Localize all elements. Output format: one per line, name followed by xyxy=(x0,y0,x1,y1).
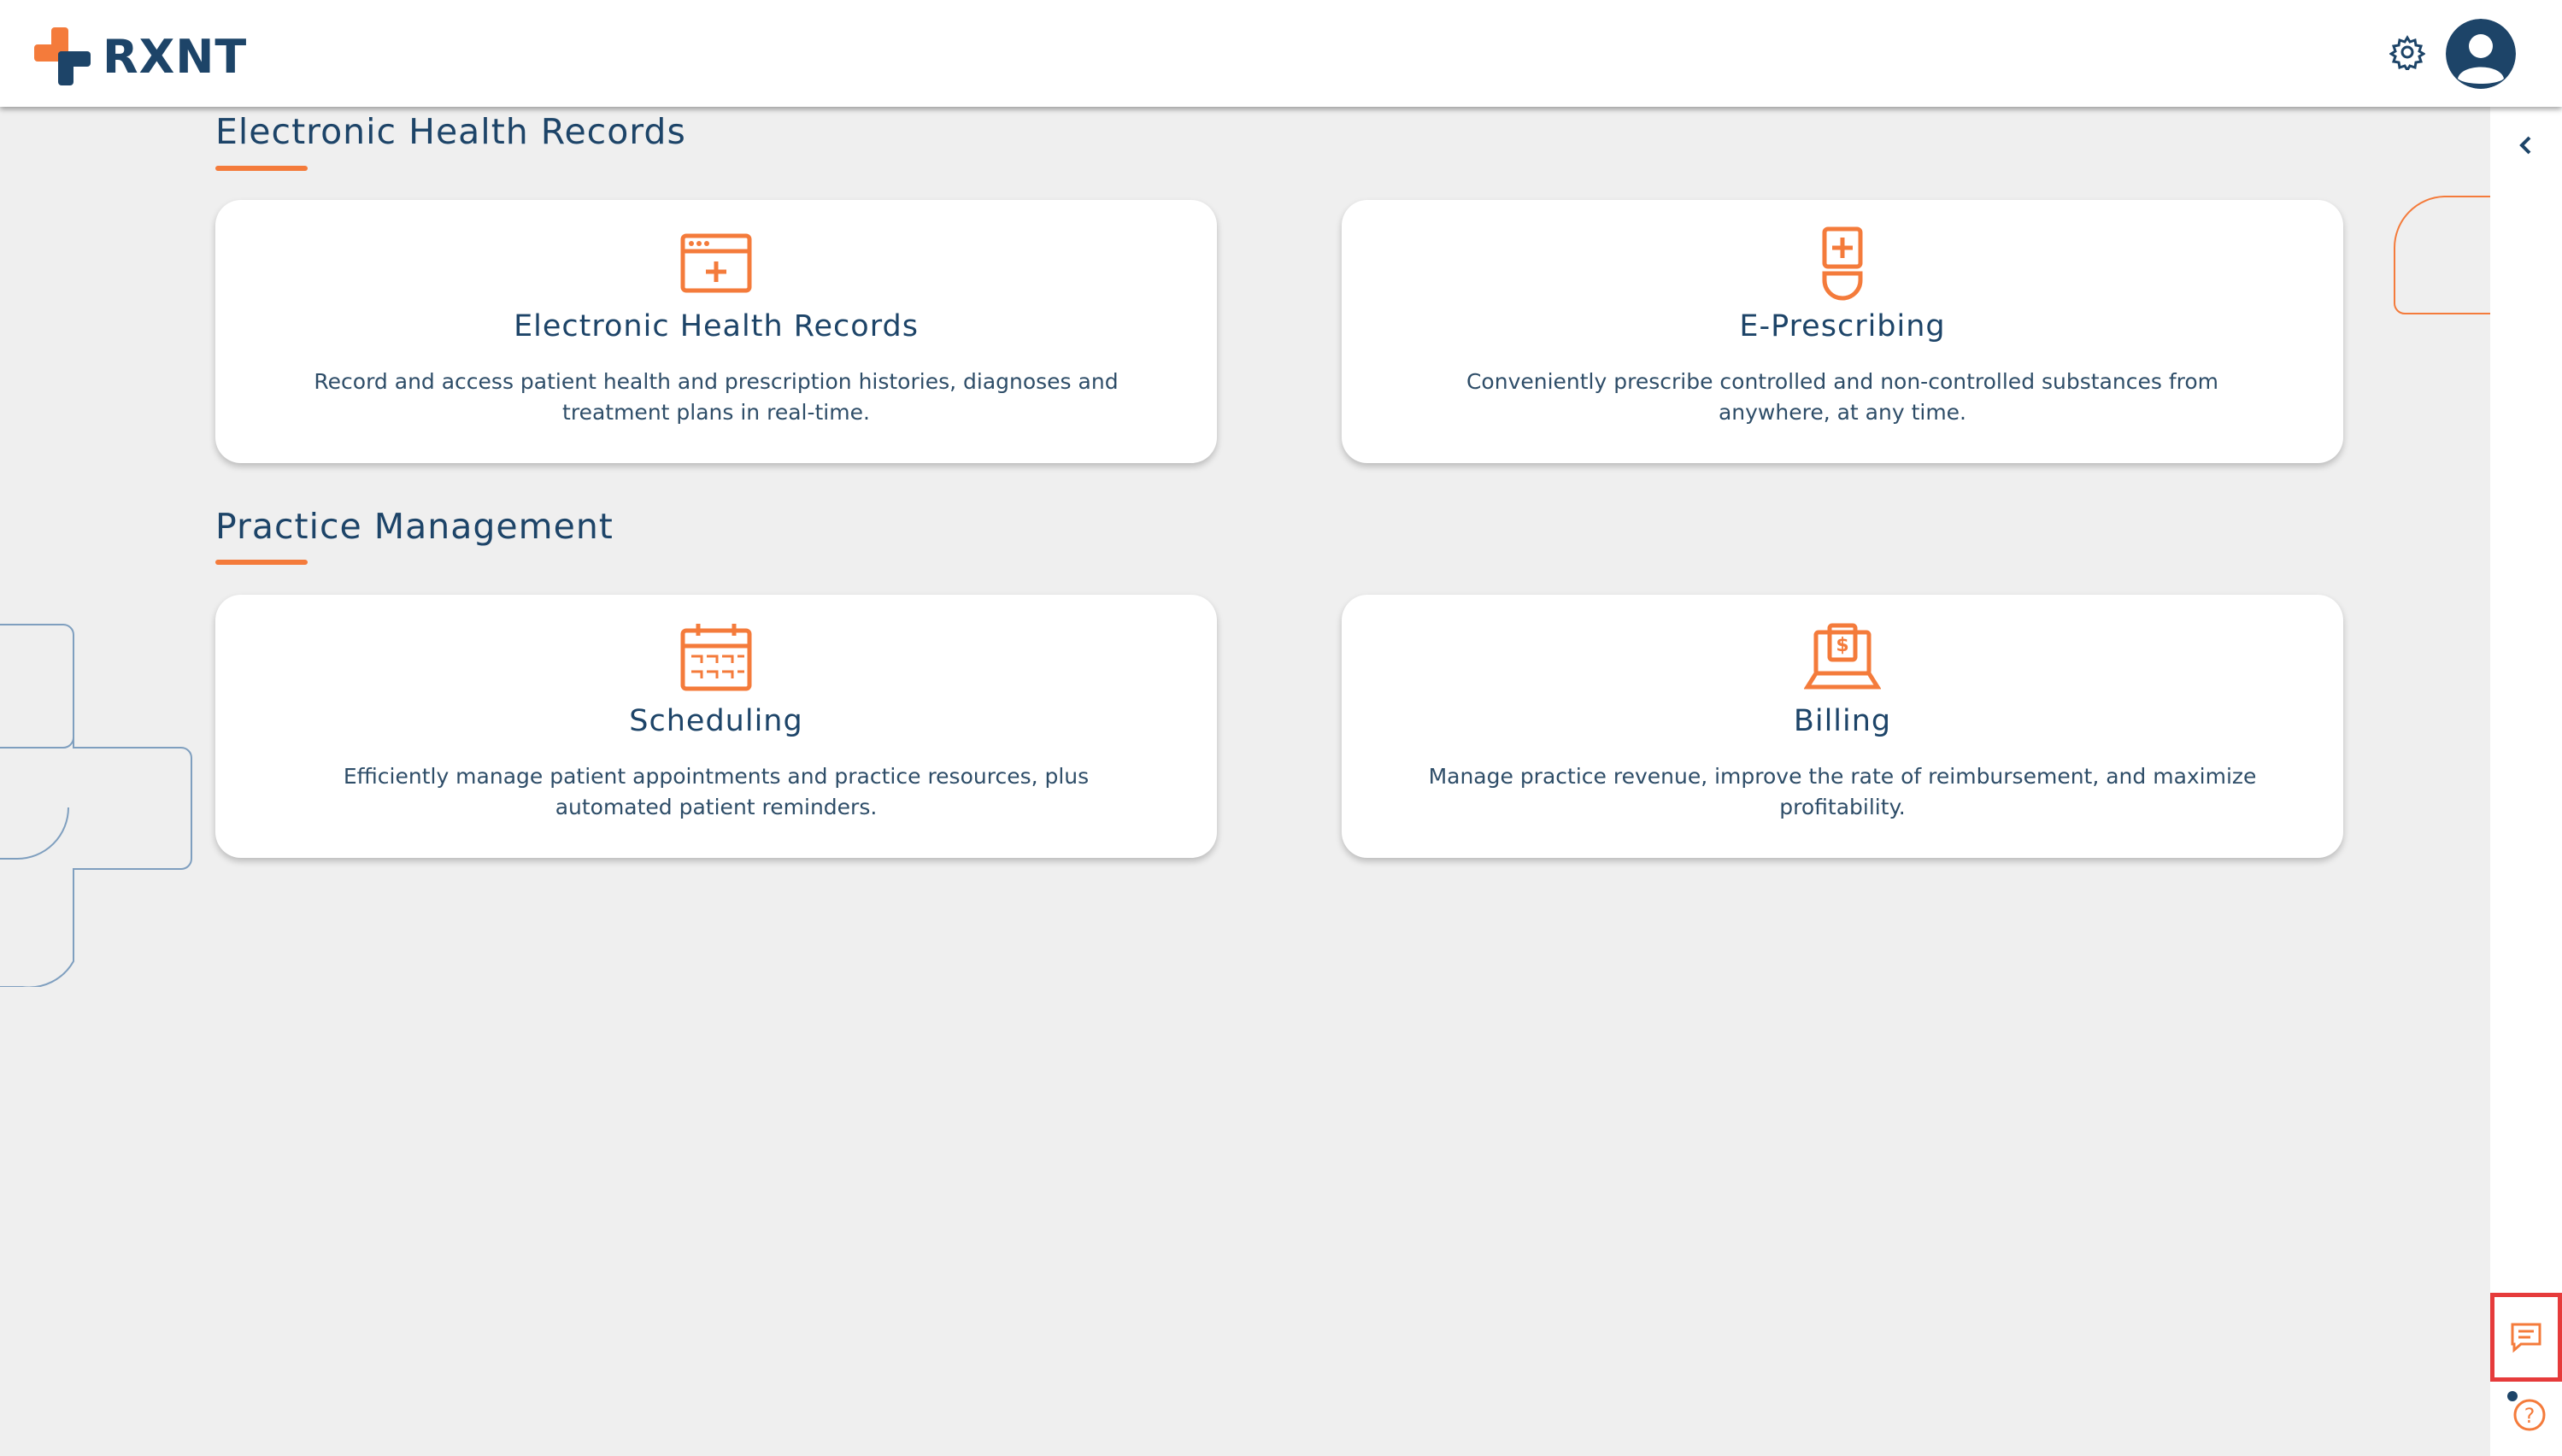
card-description: Conveniently prescribe controlled and no… xyxy=(1466,369,2219,425)
user-avatar[interactable] xyxy=(2446,19,2516,89)
card-e-prescribing[interactable]: E-Prescribing Conveniently prescribe con… xyxy=(1342,200,2343,463)
card-scheduling[interactable]: Scheduling Efficiently manage patient ap… xyxy=(215,595,1217,858)
card-title: Electronic Health Records xyxy=(514,309,919,343)
top-header: RXNT xyxy=(0,0,2562,107)
rxnt-logo[interactable]: RXNT xyxy=(34,26,247,87)
chat-message-icon xyxy=(2511,1323,2541,1353)
svg-text:$: $ xyxy=(1836,635,1848,656)
card-title: Scheduling xyxy=(629,704,803,738)
svg-text:?: ? xyxy=(2524,1404,2536,1428)
card-description: Record and access patient health and pre… xyxy=(314,369,1119,425)
billing-laptop-icon: $ xyxy=(1804,623,1881,690)
chat-button[interactable] xyxy=(2490,1293,2562,1382)
card-billing[interactable]: $ Billing Manage practice revenue, impro… xyxy=(1342,595,2343,858)
section-title-practice-management: Practice Management xyxy=(215,506,614,547)
section-underline xyxy=(215,166,308,171)
logo-text: RXNT xyxy=(103,29,248,84)
help-question-icon[interactable]: ? xyxy=(2504,1391,2552,1439)
card-description: Manage practice revenue, improve the rat… xyxy=(1428,764,2257,819)
decorative-orange-outline xyxy=(2394,196,2490,314)
card-electronic-health-records[interactable]: Electronic Health Records Record and acc… xyxy=(215,200,1217,463)
decorative-cross-outline xyxy=(0,624,192,987)
card-title: E-Prescribing xyxy=(1739,309,1946,343)
prescription-bottle-icon xyxy=(1822,226,1863,301)
card-title: Billing xyxy=(1793,704,1892,738)
chevron-left-icon[interactable] xyxy=(2511,130,2541,161)
ehr-browser-icon xyxy=(680,233,752,293)
right-side-panel xyxy=(2490,107,2562,1456)
settings-gear-icon[interactable] xyxy=(2389,34,2425,70)
calendar-icon xyxy=(680,624,752,691)
rxnt-logo-icon xyxy=(34,27,91,85)
section-underline xyxy=(215,560,308,565)
card-description: Efficiently manage patient appointments … xyxy=(343,764,1090,819)
user-avatar-icon xyxy=(2446,19,2516,89)
section-title-ehr: Electronic Health Records xyxy=(215,111,686,152)
